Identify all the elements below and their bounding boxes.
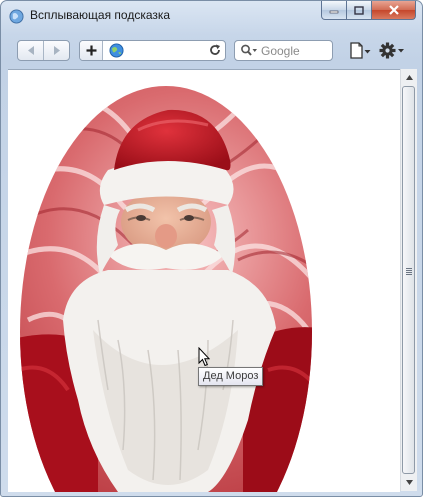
back-arrow-icon	[27, 46, 34, 55]
browser-window: Всплывающая подсказка Google Дед Мороз	[0, 0, 423, 497]
page-content	[8, 69, 400, 492]
browser-globe-icon	[9, 9, 24, 24]
page-menu-button[interactable]	[348, 41, 372, 60]
title-bar[interactable]: Всплывающая подсказка	[1, 1, 422, 31]
vertical-scrollbar[interactable]	[400, 69, 417, 491]
window-controls	[321, 1, 416, 21]
address-bar	[79, 40, 226, 61]
santa-portrait-image	[20, 86, 312, 492]
back-forward-group	[17, 40, 70, 61]
maximize-button[interactable]	[347, 1, 372, 20]
scroll-down-arrow-icon	[405, 480, 413, 485]
search-icon[interactable]	[240, 44, 258, 57]
plus-icon	[86, 45, 96, 56]
site-globe-icon	[109, 43, 124, 58]
search-input[interactable]	[261, 42, 331, 59]
scroll-down-button[interactable]	[401, 474, 417, 491]
close-button[interactable]	[372, 1, 416, 20]
new-tab-button[interactable]	[80, 41, 103, 60]
back-button[interactable]	[18, 41, 43, 60]
maximize-icon	[354, 5, 364, 15]
page-icon	[350, 42, 371, 59]
window-title: Всплывающая подсказка	[30, 8, 171, 22]
scroll-up-arrow-icon	[405, 75, 413, 80]
minimize-button[interactable]	[321, 1, 347, 20]
scroll-up-button[interactable]	[401, 69, 417, 86]
scrollbar-grip	[406, 268, 412, 275]
image-tooltip: Дед Мороз	[198, 367, 264, 386]
forward-arrow-icon	[53, 46, 60, 55]
mouse-cursor-icon	[198, 347, 210, 367]
address-input[interactable]	[128, 42, 204, 59]
reload-icon[interactable]	[208, 43, 222, 57]
navigation-toolbar	[1, 31, 422, 69]
close-icon	[388, 5, 399, 15]
gear-icon	[379, 42, 404, 59]
search-box	[234, 40, 333, 61]
scrollbar-thumb[interactable]	[402, 86, 415, 474]
minimize-icon	[329, 10, 339, 14]
forward-button[interactable]	[43, 41, 69, 60]
tools-menu-button[interactable]	[378, 41, 406, 60]
